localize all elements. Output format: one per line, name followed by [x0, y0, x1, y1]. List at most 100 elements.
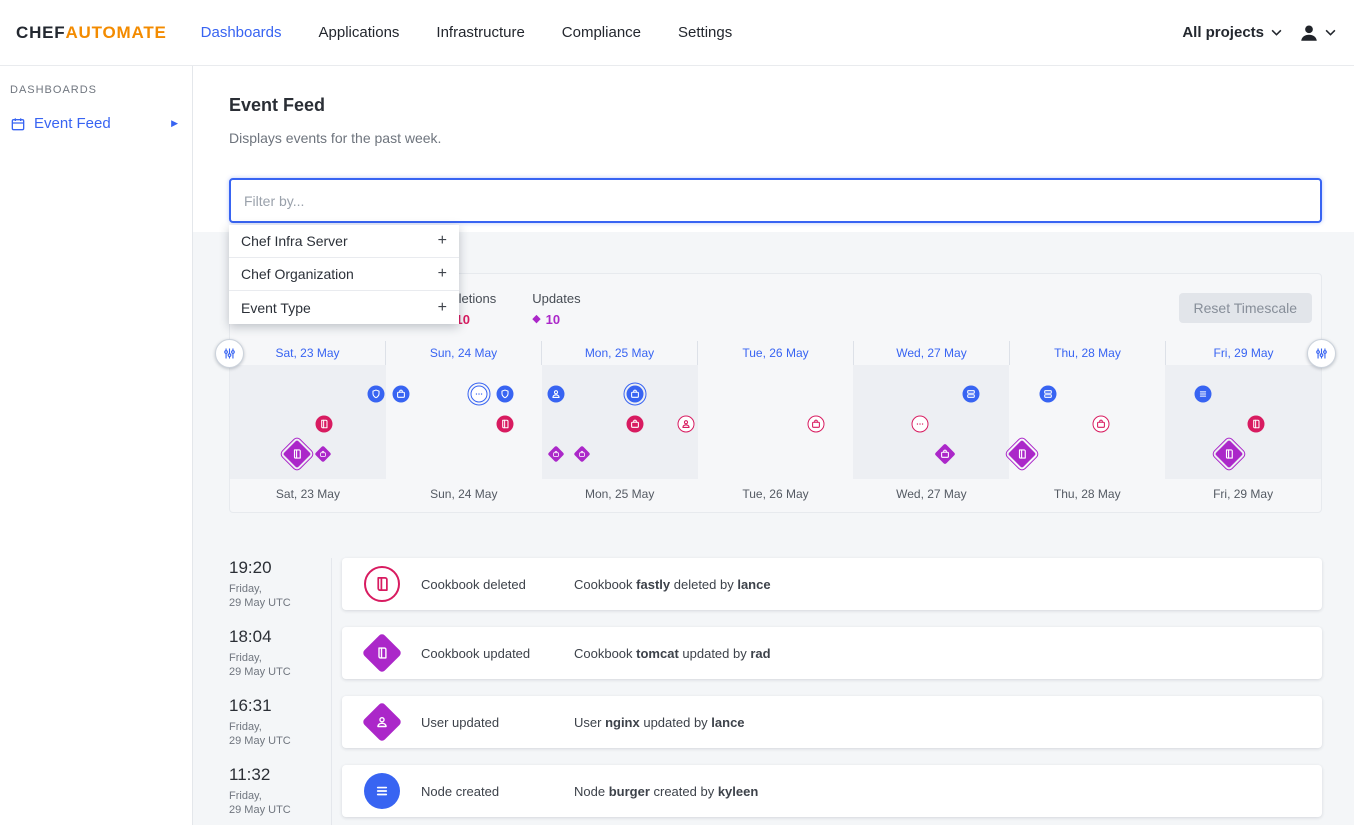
timeline-marker-create-list-icon[interactable]	[1195, 386, 1212, 403]
timeline-marker-delete-user-icon[interactable]	[678, 416, 695, 433]
timeline-marker-delete-bag-icon[interactable]	[626, 416, 643, 433]
timeline-day-link[interactable]: Sun, 24 May	[386, 341, 542, 365]
chevron-down-icon	[1271, 29, 1282, 36]
timeline-marker-delete-book-icon[interactable]	[1247, 416, 1264, 433]
event-date: 29 May UTC	[229, 735, 331, 748]
dropdown-item-event-type[interactable]: Event Type +	[229, 291, 459, 324]
timeline-marker-update-book-icon[interactable]	[1215, 440, 1243, 468]
timeline-grid: Sat, 23 May Sun, 24 May Mon, 25 May Tue,…	[230, 341, 1321, 512]
timeline-markers-layer	[230, 365, 1321, 479]
sidebar-item-event-feed[interactable]: Event Feed ▶	[0, 109, 192, 138]
timeline-axis-label: Tue, 26 May	[698, 479, 854, 512]
timeline-marker-create-bag-icon[interactable]	[626, 386, 643, 403]
timeline-marker-create-node-icon[interactable]	[1040, 386, 1057, 403]
arrow-right-icon: ▶	[171, 119, 178, 128]
timescale-slider-icon	[1314, 346, 1329, 361]
timeline-marker-update-book-icon[interactable]	[282, 440, 310, 468]
timeline-marker-create-bag-icon[interactable]	[393, 386, 410, 403]
event-description: Node burger created by kyleen	[574, 784, 758, 799]
user-menu[interactable]	[1298, 22, 1336, 44]
cookbook-updated-icon	[362, 633, 403, 674]
dropdown-item-chef-organization[interactable]: Chef Organization +	[229, 258, 459, 291]
filter-dropdown: Chef Infra Server + Chef Organization + …	[229, 225, 459, 324]
reset-timescale-button[interactable]: Reset Timescale	[1179, 293, 1312, 323]
page-subtitle: Displays events for the past week.	[229, 130, 1322, 147]
plus-icon[interactable]: +	[438, 299, 447, 317]
timeline-marker-create-shield-icon[interactable]	[496, 386, 513, 403]
projects-filter-dropdown[interactable]: All projects	[1182, 24, 1282, 41]
main-nav: Dashboards Applications Infrastructure C…	[201, 24, 733, 41]
timeline-marker-create-user-icon[interactable]	[548, 386, 565, 403]
timeline-marker-update-book-icon[interactable]	[1008, 440, 1036, 468]
sidebar-item-label: Event Feed	[34, 115, 111, 132]
nav-dashboards[interactable]: Dashboards	[201, 24, 282, 41]
logo-automate: AUTOMATE	[65, 23, 166, 42]
event-time-group: 11:32 Friday, 29 May UTC	[229, 765, 331, 825]
projects-filter-label: All projects	[1182, 24, 1264, 41]
timeline-day-link[interactable]: Fri, 29 May	[1166, 341, 1321, 365]
timeline-day-link[interactable]: Wed, 27 May	[854, 341, 1010, 365]
top-navbar: CHEFAUTOMATE Dashboards Applications Inf…	[0, 0, 1354, 66]
dropdown-item-label: Chef Organization	[241, 266, 354, 282]
legend-updates: Updates ◆ 10	[532, 291, 580, 327]
event-list: 19:20 Friday, 29 May UTC 18:04 Friday, 2…	[229, 558, 1322, 825]
plus-icon[interactable]: +	[438, 232, 447, 250]
event-time: 11:32	[229, 765, 331, 785]
sidebar-section-label: DASHBOARDS	[0, 84, 192, 96]
event-time: 16:31	[229, 696, 331, 716]
event-time: 18:04	[229, 627, 331, 647]
timeline-marker-delete-bag-icon[interactable]	[1092, 416, 1109, 433]
timeline-marker-update-bag-icon[interactable]	[934, 443, 955, 464]
event-times-column: 19:20 Friday, 29 May UTC 18:04 Friday, 2…	[229, 558, 331, 825]
nav-applications[interactable]: Applications	[319, 24, 400, 41]
nav-compliance[interactable]: Compliance	[562, 24, 641, 41]
timeline-marker-delete-ellipsis-icon[interactable]	[911, 416, 928, 433]
legend-label: Updates	[532, 291, 580, 306]
event-date: 29 May UTC	[229, 597, 331, 610]
sidebar: DASHBOARDS Event Feed ▶	[0, 66, 193, 825]
timeline-axis-label: Sun, 24 May	[386, 479, 542, 512]
timeline-marker-update-bag-icon[interactable]	[574, 446, 591, 463]
plus-icon[interactable]: +	[438, 265, 447, 283]
timeline-marker-update-bag-icon[interactable]	[314, 446, 331, 463]
timeline-day-link[interactable]: Mon, 25 May	[542, 341, 698, 365]
event-title: Cookbook updated	[421, 646, 574, 661]
event-title: User updated	[421, 715, 574, 730]
event-card: Node created Node burger created by kyle…	[342, 765, 1322, 817]
timeline-marker-delete-book-icon[interactable]	[315, 416, 332, 433]
chef-automate-logo[interactable]: CHEFAUTOMATE	[16, 23, 167, 43]
page-title: Event Feed	[229, 94, 1322, 116]
nav-settings[interactable]: Settings	[678, 24, 732, 41]
timeline-day-link[interactable]: Sat, 23 May	[230, 341, 386, 365]
timeline-marker-create-shield-icon[interactable]	[368, 386, 385, 403]
event-legend: Deletions ◆ 10 Updates ◆ 10	[442, 291, 581, 327]
timeline-marker-create-node-icon[interactable]	[962, 386, 979, 403]
timescale-slider-left-button[interactable]	[215, 339, 244, 368]
timeline-axis-label: Mon, 25 May	[542, 479, 698, 512]
event-description: Cookbook tomcat updated by rad	[574, 646, 771, 661]
timescale-slider-right-button[interactable]	[1307, 339, 1336, 368]
timeline-marker-delete-book-icon[interactable]	[496, 416, 513, 433]
cookbook-deleted-icon	[364, 566, 400, 602]
timeline-axis-row: Sat, 23 May Sun, 24 May Mon, 25 May Tue,…	[230, 479, 1321, 512]
filter-input[interactable]	[229, 178, 1322, 223]
event-weekday: Friday,	[229, 652, 331, 665]
timeline-marker-create-ellipsis-icon[interactable]	[470, 386, 487, 403]
timeline-day-link[interactable]: Thu, 28 May	[1010, 341, 1166, 365]
dropdown-item-chef-infra-server[interactable]: Chef Infra Server +	[229, 225, 459, 258]
dropdown-item-label: Chef Infra Server	[241, 233, 348, 249]
event-description: User nginx updated by lance	[574, 715, 745, 730]
timeline-marker-update-bag-icon[interactable]	[548, 446, 565, 463]
nav-infrastructure[interactable]: Infrastructure	[436, 24, 524, 41]
event-time-group: 19:20 Friday, 29 May UTC	[229, 558, 331, 627]
event-weekday: Friday,	[229, 583, 331, 596]
navbar-right: All projects	[1182, 22, 1336, 44]
event-card: Cookbook deleted Cookbook fastly deleted…	[342, 558, 1322, 610]
chevron-down-icon	[1325, 29, 1336, 36]
timeline-day-link[interactable]: Tue, 26 May	[698, 341, 854, 365]
event-date: 29 May UTC	[229, 804, 331, 817]
diamond-icon: ◆	[532, 314, 540, 325]
event-title: Node created	[421, 784, 574, 799]
timeline-marker-delete-bag-icon[interactable]	[807, 416, 824, 433]
timescale-slider-icon	[222, 346, 237, 361]
